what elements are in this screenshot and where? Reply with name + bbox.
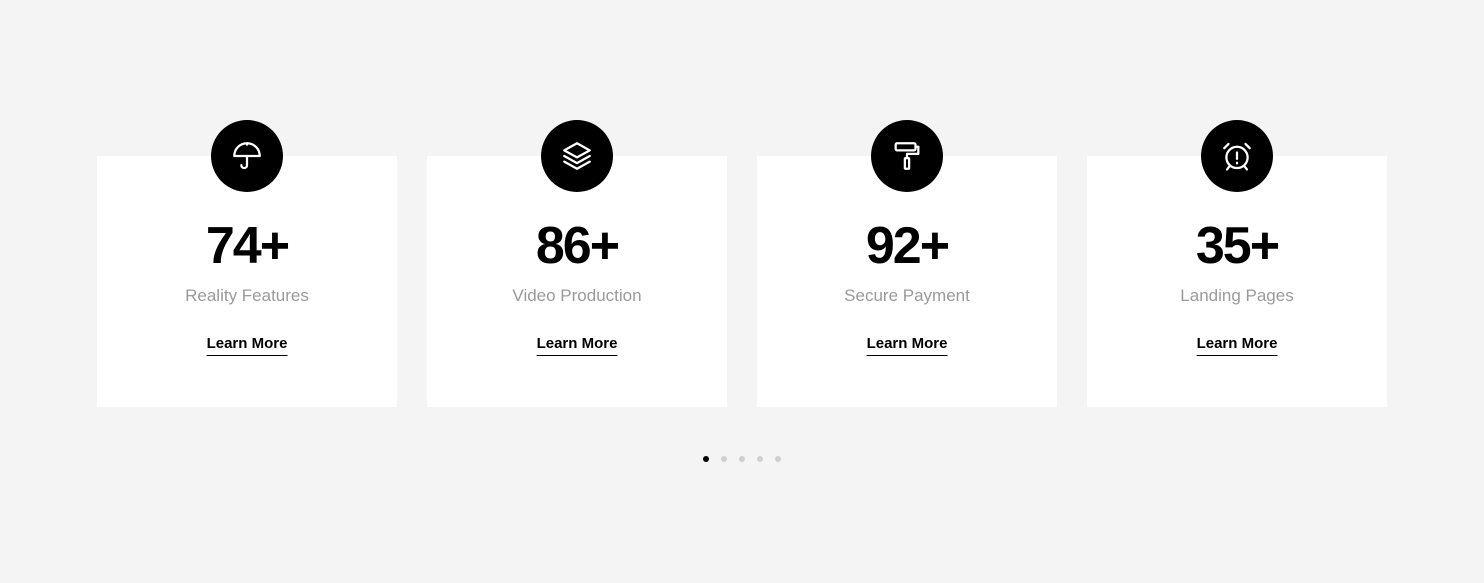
layers-icon [541, 120, 613, 192]
carousel-pagination [0, 456, 1484, 462]
stat-number: 35+ [1195, 217, 1280, 275]
learn-more-link[interactable]: Learn More [536, 334, 618, 356]
features-row: 74+ Reality Features Learn More 86+ Vide… [97, 120, 1387, 407]
learn-more-link[interactable]: Learn More [206, 334, 288, 356]
pagination-dot-5[interactable] [775, 456, 781, 462]
pagination-dot-3[interactable] [739, 456, 745, 462]
feature-card-landing-pages: 35+ Landing Pages Learn More [1087, 120, 1387, 407]
paint-roller-icon [871, 120, 943, 192]
pagination-dot-2[interactable] [721, 456, 727, 462]
feature-card-video-production: 86+ Video Production Learn More [427, 120, 727, 407]
pagination-dot-4[interactable] [757, 456, 763, 462]
stat-label: Reality Features [185, 286, 309, 305]
stat-label: Landing Pages [1180, 286, 1294, 305]
feature-card-secure-payment: 92+ Secure Payment Learn More [757, 120, 1057, 407]
feature-card-reality-features: 74+ Reality Features Learn More [97, 120, 397, 407]
alarm-clock-icon [1201, 120, 1273, 192]
stat-label: Secure Payment [844, 286, 970, 305]
stat-label: Video Production [512, 286, 642, 305]
stat-number: 92+ [865, 217, 950, 275]
stat-number: 86+ [535, 217, 620, 275]
learn-more-link[interactable]: Learn More [866, 334, 948, 356]
stat-number: 74+ [205, 217, 290, 275]
learn-more-link[interactable]: Learn More [1196, 334, 1278, 356]
umbrella-icon [211, 120, 283, 192]
pagination-dot-1[interactable] [703, 456, 709, 462]
